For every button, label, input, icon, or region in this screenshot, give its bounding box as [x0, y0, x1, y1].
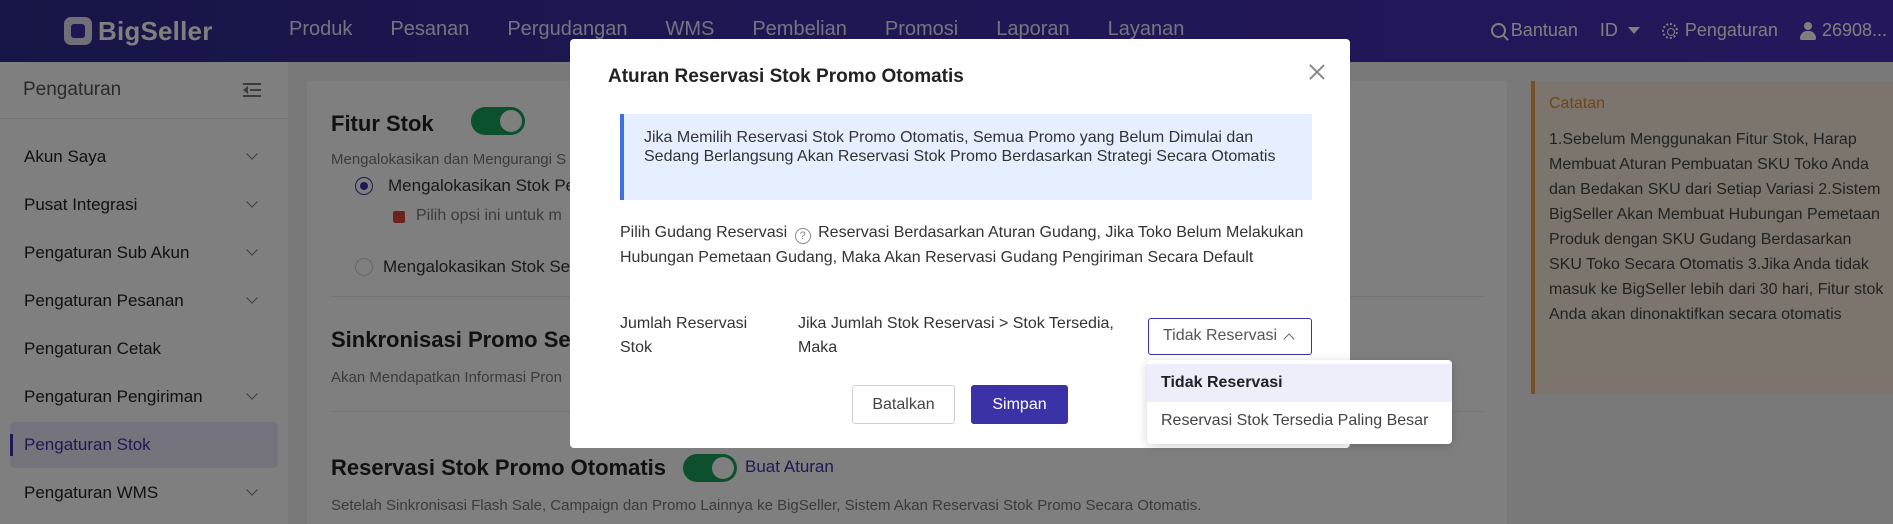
save-button[interactable]: Simpan — [971, 385, 1068, 424]
question-icon[interactable]: ? — [794, 228, 811, 244]
gudang-reservasi-row: Pilih Gudang Reservasi ? Reservasi Berda… — [620, 220, 1320, 270]
reservasi-dropdown: Tidak Reservasi Reservasi Stok Tersedia … — [1147, 360, 1452, 444]
chevron-up-icon — [1283, 333, 1295, 345]
info-banner-text: Jika Memilih Reservasi Stok Promo Otomat… — [644, 129, 1276, 165]
info-banner: Jika Memilih Reservasi Stok Promo Otomat… — [620, 114, 1312, 200]
select-value: Tidak Reservasi — [1163, 327, 1278, 344]
close-icon[interactable] — [1308, 63, 1326, 81]
option-tidak-reservasi[interactable]: Tidak Reservasi — [1147, 364, 1452, 402]
dialog-title: Aturan Reservasi Stok Promo Otomatis — [608, 66, 964, 87]
jumlah-reservasi-label: Jumlah Reservasi Stok — [620, 315, 748, 356]
option-reservasi-terbesar[interactable]: Reservasi Stok Tersedia Paling Besar — [1147, 402, 1452, 440]
cancel-button[interactable]: Batalkan — [852, 385, 955, 424]
reservasi-select[interactable]: Tidak Reservasi — [1148, 318, 1312, 355]
condition-text: Jika Jumlah Stok Reservasi > Stok Tersed… — [798, 315, 1114, 356]
gudang-label: Pilih Gudang Reservasi — [620, 224, 788, 241]
